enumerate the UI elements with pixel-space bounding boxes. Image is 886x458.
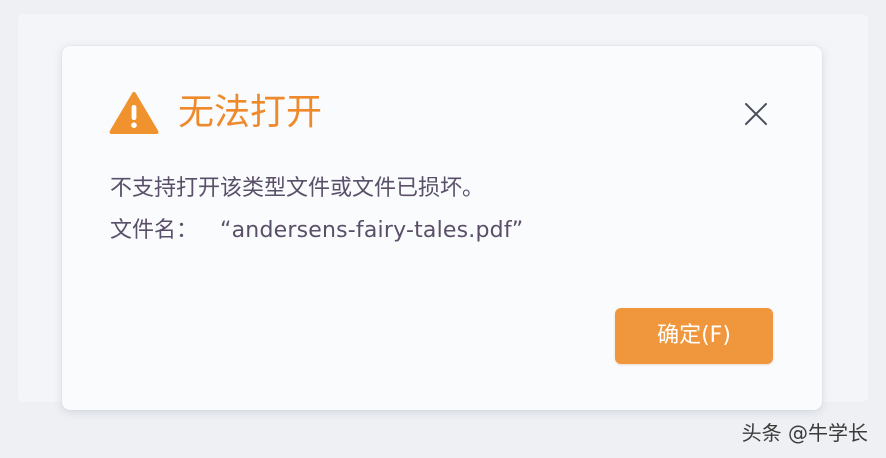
ok-button[interactable]: 确定(F) [615, 308, 773, 364]
file-name-row: 文件名： “andersens-fairy-tales.pdf” [110, 216, 523, 246]
close-button[interactable] [739, 97, 773, 131]
file-name-label: 文件名： [110, 218, 199, 243]
dialog-title: 无法打开 [178, 92, 323, 133]
warning-icon [109, 91, 159, 135]
error-message: 不支持打开该类型文件或文件已损坏。 [110, 176, 485, 201]
file-name-value: “andersens-fairy-tales.pdf” [220, 218, 524, 243]
watermark: 头条 @牛学长 [741, 421, 868, 445]
close-icon [745, 103, 767, 125]
error-dialog: 无法打开 不支持打开该类型文件或文件已损坏。 文件名： “andersens-fa… [62, 46, 822, 410]
